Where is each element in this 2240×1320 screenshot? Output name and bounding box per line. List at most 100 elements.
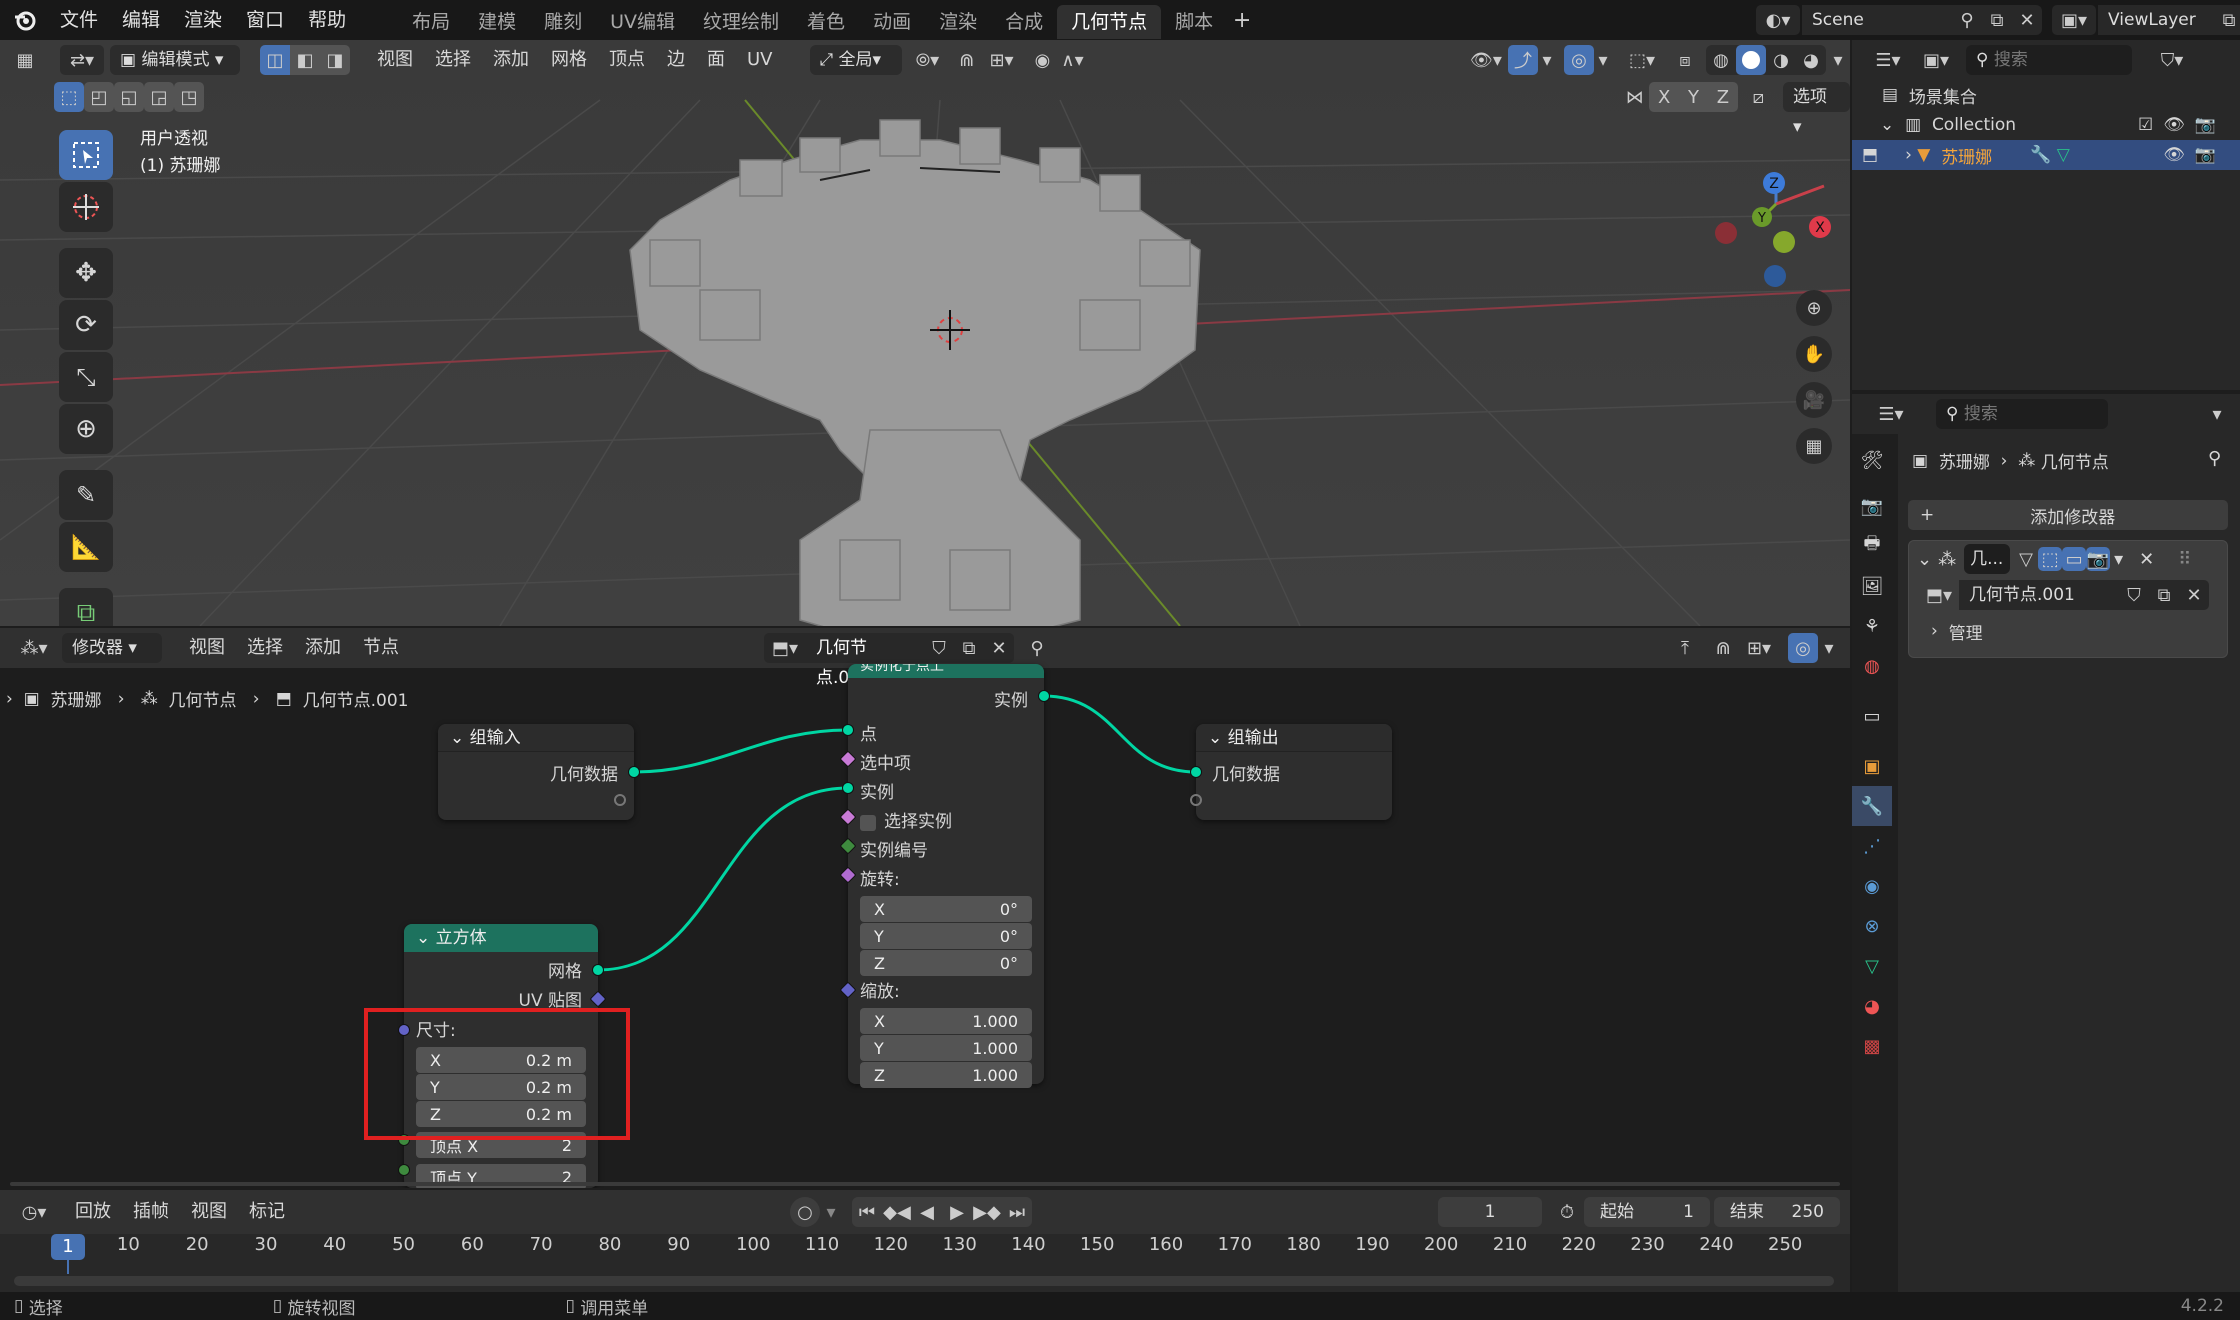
new-view-layer-icon[interactable]: ⧉ xyxy=(2214,5,2240,35)
scale-y-field[interactable]: Y 1.000 xyxy=(860,1035,1032,1061)
scene-icon[interactable]: ◐▾ xyxy=(1756,5,1800,35)
node-tree-icon[interactable]: ⬒▾ xyxy=(1919,580,1959,610)
keying-dropdown-icon[interactable]: ▾ xyxy=(822,1197,840,1227)
rendered-shading-icon[interactable]: ◕ xyxy=(1796,45,1826,75)
add-modifier-button[interactable]: + 添加修改器 xyxy=(1908,500,2228,530)
transform-orientation[interactable]: ⤢ 全局 ▾ xyxy=(809,45,902,75)
workspace-tab-0[interactable]: 布局 xyxy=(398,5,464,39)
group-input-node[interactable]: ⌄ 组输入 几何数据 xyxy=(438,724,640,820)
camera-view-icon[interactable]: 🎥 xyxy=(1796,382,1832,418)
workspace-tab-3[interactable]: UV编辑 xyxy=(596,5,689,39)
jump-end-icon[interactable]: ⏭ xyxy=(1002,1197,1032,1227)
workspace-tab-5[interactable]: 着色 xyxy=(793,5,859,39)
menu-item-1[interactable]: 编辑 xyxy=(110,0,172,40)
proportional-edit-icon[interactable]: ◉ xyxy=(1028,45,1058,75)
add-workspace-icon[interactable]: + xyxy=(1227,5,1257,35)
transform-tool[interactable]: ⊕ xyxy=(59,404,113,454)
viewport-menu-6[interactable]: 面 xyxy=(696,40,736,80)
gizmo-neg-x[interactable] xyxy=(1715,222,1737,244)
menu-item-3[interactable]: 窗口 xyxy=(234,0,296,40)
ortho-grid-icon[interactable]: ▦ xyxy=(1796,428,1832,464)
delete-scene-icon[interactable]: ✕ xyxy=(2012,5,2042,35)
select-invert-icon[interactable]: ◲ xyxy=(144,82,174,112)
edge-select-icon[interactable]: ◧ xyxy=(290,45,320,75)
add-cube-tool[interactable]: ⧉ xyxy=(59,588,113,626)
end-frame-field[interactable]: 结束 250 xyxy=(1714,1197,1840,1227)
viewport-3d[interactable]: ▦ ⇄▾ ▣ 编辑模式 ▾ ◫ ◧ ◨ 视图 选择 添加 网格 顶点边面 UV ⤢ 全局 ▾… xyxy=(0,40,1850,626)
collapse-icon[interactable]: ⌄ xyxy=(1208,728,1228,748)
workspace-tab-6[interactable]: 动画 xyxy=(859,5,925,39)
gizmo-neg-z[interactable] xyxy=(1764,265,1786,287)
mesh-overlay-icon[interactable]: ⬚▾ xyxy=(1620,45,1664,75)
pivot-icon[interactable]: ⦾▾ xyxy=(908,45,948,75)
unlink-icon[interactable]: ✕ xyxy=(2179,580,2209,610)
timeline-menu-0[interactable]: 回放 xyxy=(64,1192,122,1232)
scale-x-field[interactable]: X 1.000 xyxy=(860,1008,1032,1034)
gizmo-dropdown-icon[interactable]: ▾ xyxy=(1538,45,1556,75)
empty-output-socket[interactable] xyxy=(614,794,626,806)
timeline-scrollbar[interactable] xyxy=(14,1276,1834,1286)
workspace-tab-8[interactable]: 合成 xyxy=(991,5,1057,39)
next-keyframe-icon[interactable]: ▶◆ xyxy=(972,1197,1002,1227)
current-frame-field[interactable]: 1 xyxy=(1438,1197,1542,1227)
xray-icon[interactable]: ⧈ xyxy=(1670,45,1700,75)
snap-target-icon[interactable]: ⊞▾ xyxy=(982,45,1022,75)
visibility-icon[interactable]: 👁▾ xyxy=(1464,45,1508,75)
viewport-menu-7[interactable]: UV xyxy=(736,40,784,80)
outliner-editor-type-icon[interactable]: ☰▾ xyxy=(1868,45,1908,75)
on-cage-icon[interactable]: ▽ xyxy=(2014,547,2038,571)
filter-icon[interactable]: ⛉▾ xyxy=(2150,45,2194,75)
play-icon[interactable]: ▶ xyxy=(942,1197,972,1227)
material-shading-icon[interactable]: ◑ xyxy=(1766,45,1796,75)
wireframe-shading-icon[interactable]: ◍ xyxy=(1706,45,1736,75)
geometry-output-socket[interactable] xyxy=(628,766,640,778)
texture-tab-icon[interactable]: ▩ xyxy=(1852,1026,1892,1066)
edit-mode-icon[interactable]: ⬚ xyxy=(2038,547,2063,571)
gizmo-neg-y[interactable] xyxy=(1773,231,1795,253)
collection-toggles[interactable]: ☑👁📷 xyxy=(2138,115,2226,135)
scale-z-field[interactable]: Z 1.000 xyxy=(860,1062,1032,1088)
modifier-name-field[interactable]: 几... xyxy=(1964,544,2011,574)
rotate-tool[interactable]: ⟳ xyxy=(59,300,113,350)
instance-input-socket[interactable] xyxy=(842,782,854,794)
zoom-icon[interactable]: ⊕ xyxy=(1796,290,1832,326)
object-row[interactable]: ⬒ › ▼ 苏珊娜 🔧 ▽ 👁📷 xyxy=(1852,140,2240,170)
rotation-y-field[interactable]: Y 0° xyxy=(860,923,1032,949)
menu-item-4[interactable]: 帮助 xyxy=(296,0,358,40)
collection-row[interactable]: ⌄ ▥ Collection ☑👁📷 xyxy=(1852,110,2240,140)
mirror-x-button[interactable]: X xyxy=(1649,82,1679,112)
properties-options-icon[interactable]: ▾ xyxy=(2202,399,2232,429)
tool-tab-icon[interactable]: 🛠 xyxy=(1852,440,1892,480)
shading-dropdown-icon[interactable]: ▾ xyxy=(1826,45,1850,75)
modifier-tab-icon[interactable]: 🔧 xyxy=(1852,786,1892,826)
manage-subpanel[interactable]: › 管理 xyxy=(1909,613,2227,649)
rotation-z-field[interactable]: Z 0° xyxy=(860,950,1032,976)
collapse-icon[interactable]: ⌄ xyxy=(450,728,470,748)
cursor-tool[interactable] xyxy=(59,182,113,232)
pan-hand-icon[interactable]: ✋ xyxy=(1796,336,1832,372)
viewport-menu-5[interactable]: 边 xyxy=(656,40,696,80)
prev-keyframe-icon[interactable]: ◆◀ xyxy=(882,1197,912,1227)
instance-on-points-node[interactable]: 实例化于点上 实例 点 选中项 实例 选择实例 实例编号 旋转: X 0° Y 0°… xyxy=(839,664,1050,1088)
pin-icon[interactable]: ⚲ xyxy=(2208,448,2221,469)
modifier-menu-icon[interactable]: ▾ xyxy=(2114,549,2123,570)
editor-type-icon[interactable]: ▦ xyxy=(10,45,40,75)
instances-output-socket[interactable] xyxy=(1038,690,1050,702)
render-display-icon[interactable]: 📷 xyxy=(2086,547,2111,571)
properties-search[interactable]: ⚲ 搜索 xyxy=(1936,399,2108,429)
current-frame-indicator[interactable]: 1 xyxy=(51,1234,85,1260)
object-toggles[interactable]: 👁📷 xyxy=(2163,145,2226,165)
world-tab-icon[interactable]: ◍ xyxy=(1852,646,1892,686)
fake-user-icon[interactable]: ⛉ xyxy=(2119,580,2149,610)
scale-tool[interactable]: ⤡ xyxy=(59,352,113,402)
object-tab-icon[interactable]: ▣ xyxy=(1852,746,1892,786)
scene-name-field[interactable]: Scene xyxy=(1802,5,1952,35)
pick-instance-checkbox[interactable] xyxy=(860,814,876,831)
workspace-tab-4[interactable]: 纹理绘制 xyxy=(689,5,793,39)
group-output-node[interactable]: ⌄ 组输出 几何数据 xyxy=(1190,724,1392,820)
viewport-display-icon[interactable]: ▭ xyxy=(2062,547,2087,571)
workspace-tab-1[interactable]: 建模 xyxy=(464,5,530,39)
drag-handle-icon[interactable]: ⠿ xyxy=(2178,549,2191,570)
scene-collection-row[interactable]: ▤ 场景集合 xyxy=(1852,80,2240,110)
render-tab-icon[interactable]: 📷 xyxy=(1852,486,1892,526)
